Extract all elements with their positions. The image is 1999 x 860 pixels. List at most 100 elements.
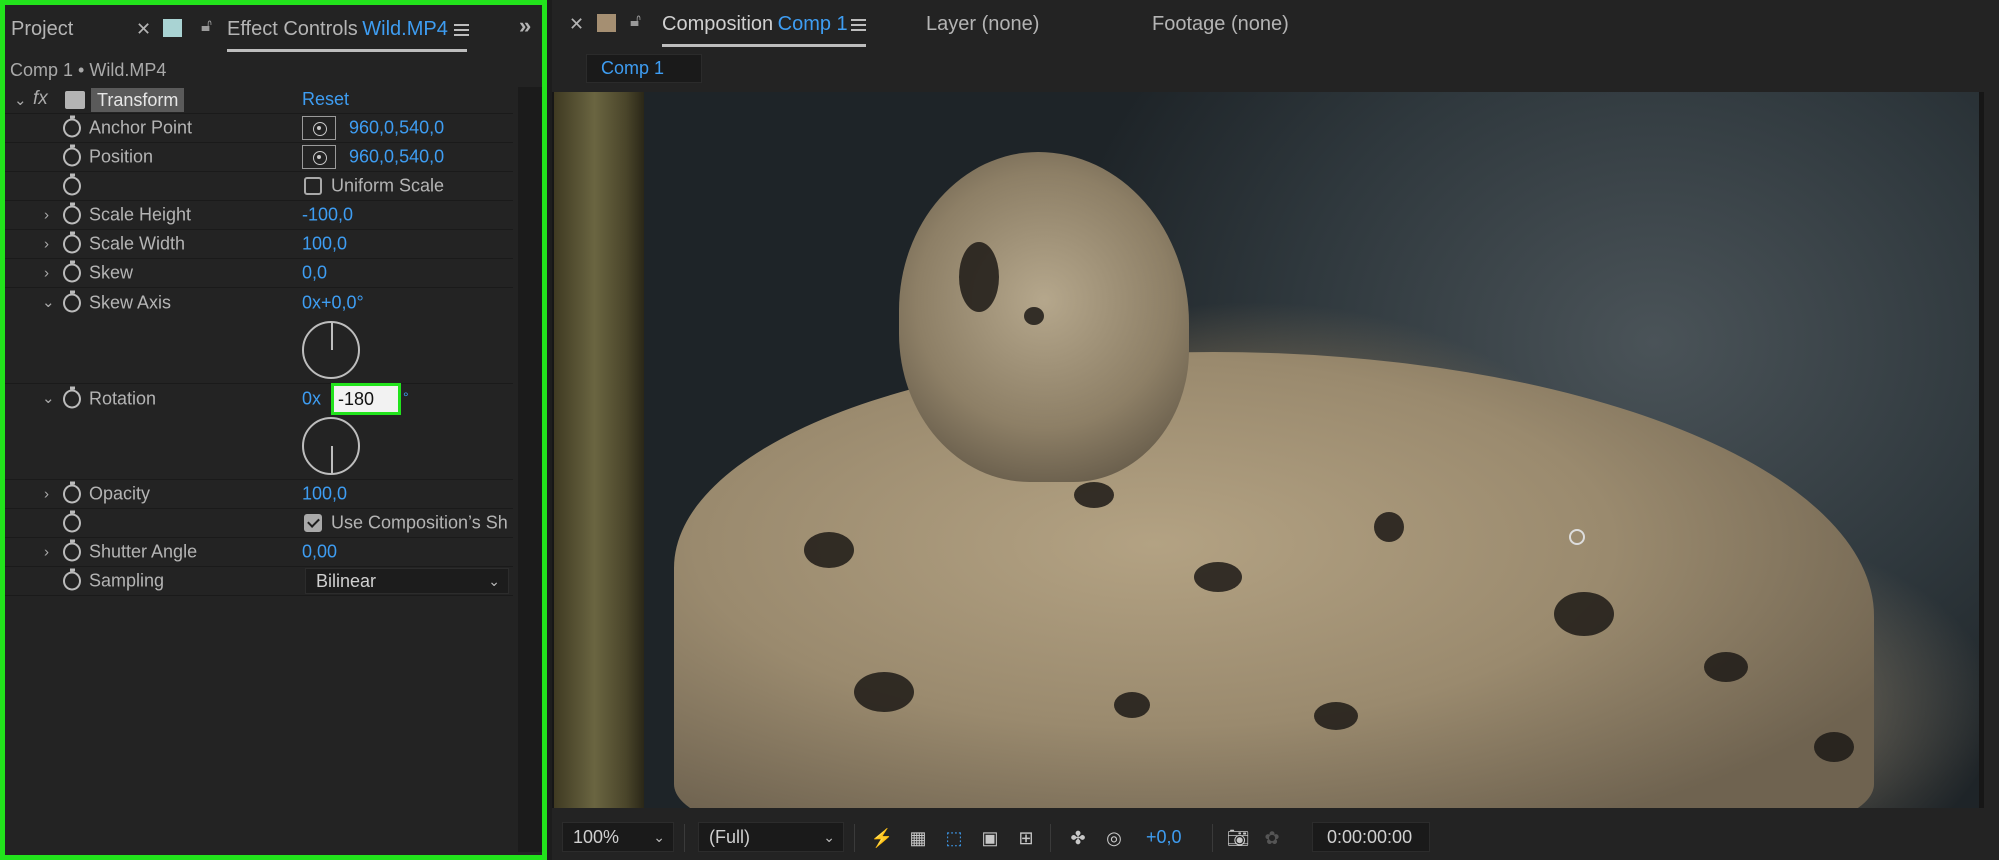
chevron-right-icon[interactable]: › — [44, 265, 49, 282]
chevron-right-icon[interactable]: › — [44, 544, 49, 561]
leopard-spot — [1024, 307, 1044, 325]
leopard-spot — [1114, 692, 1150, 718]
tab-footage[interactable]: Footage (none) — [1152, 13, 1289, 36]
composition-panel: ✕ 🔓︎ Composition Comp 1 Layer (none) Foo… — [552, 0, 1999, 860]
toolbar-divider — [854, 824, 855, 852]
active-tab-indicator — [662, 44, 866, 47]
crosshair-target-icon[interactable] — [302, 116, 336, 140]
property-row-skew: › Skew 0,0 — [5, 259, 513, 288]
fx-toggle[interactable]: fx — [33, 88, 48, 110]
crosshair-target-icon[interactable] — [302, 145, 336, 169]
rotation-dial[interactable] — [302, 417, 360, 475]
anchor-x[interactable]: 960,0 — [349, 118, 394, 138]
tab-effect-controls[interactable]: Effect Controls Wild.MP4 — [227, 18, 448, 41]
stopwatch-icon[interactable] — [63, 260, 81, 283]
panel-menu-icon[interactable] — [454, 24, 469, 36]
lock-icon[interactable]: 🔓︎ — [201, 16, 212, 36]
uniform-scale-label: Uniform Scale — [331, 175, 445, 196]
property-label: Position — [89, 146, 154, 167]
camera-snapshot-icon[interactable]: 📷︎ — [1226, 826, 1250, 850]
fast-previews-icon[interactable]: ⚡ — [870, 826, 894, 850]
grid-guides-icon[interactable]: ⊞ — [1014, 826, 1038, 850]
property-row-uniform-scale: Uniform Scale — [5, 172, 513, 201]
property-label: Scale Width — [89, 233, 186, 254]
sampling-selected: Bilinear — [316, 571, 377, 591]
stopwatch-icon[interactable] — [63, 481, 81, 504]
active-tab-indicator — [227, 49, 467, 52]
stopwatch-icon[interactable] — [63, 290, 81, 313]
degree-symbol: ° — [403, 389, 409, 405]
skew-axis-dial[interactable] — [302, 321, 360, 379]
stopwatch-icon[interactable] — [63, 231, 81, 254]
chevron-down-icon: ⌄ — [823, 829, 835, 845]
resolution-value: (Full) — [709, 827, 750, 847]
reset-exposure-icon[interactable]: ◎ — [1102, 826, 1126, 850]
scale-height-value[interactable]: -100,0 — [302, 205, 353, 226]
double-chevron-right-icon[interactable]: » — [519, 13, 531, 39]
scale-width-value[interactable]: 100,0 — [302, 234, 347, 255]
effect-name[interactable]: Transform — [91, 88, 185, 112]
skew-axis-value[interactable]: 0x+0,0° — [302, 293, 364, 314]
tab-project[interactable]: Project — [11, 18, 73, 41]
property-row-scale-width: › Scale Width 100,0 — [5, 230, 513, 259]
transparency-grid-icon[interactable]: ▦ — [906, 826, 930, 850]
use-comp-shutter-checkbox[interactable] — [304, 514, 322, 532]
comp-navigator-tab[interactable]: Comp 1 — [586, 54, 702, 83]
leopard-spot — [854, 672, 914, 712]
anchor-point-value: 960,0,540,0 — [349, 118, 444, 139]
tab-composition[interactable]: Composition Comp 1 — [662, 13, 848, 36]
property-row-sampling: Sampling Bilinear ⌄ — [5, 567, 513, 596]
lock-icon[interactable]: 🔓︎ — [630, 11, 641, 31]
stopwatch-icon[interactable] — [63, 173, 81, 196]
uniform-scale-checkbox[interactable] — [304, 177, 322, 195]
mask-path-visibility-icon[interactable]: ⬚ — [942, 826, 966, 850]
dial-needle — [331, 446, 333, 473]
composition-viewer[interactable] — [552, 92, 1984, 808]
skew-value[interactable]: 0,0 — [302, 263, 327, 284]
stopwatch-icon[interactable] — [63, 202, 81, 225]
effect-controls-panel: Project ✕ 🔓︎ Effect Controls Wild.MP4 » … — [0, 0, 547, 860]
leopard-spot — [1704, 652, 1748, 682]
effect-properties: ⌄ fx Transform Reset Anchor Point 960,0,… — [5, 87, 513, 852]
tab-composition-label: Composition — [662, 12, 774, 35]
scrollbar[interactable] — [518, 87, 542, 852]
stopwatch-icon[interactable] — [63, 386, 81, 409]
chevron-down-icon[interactable]: ⌄ — [14, 91, 27, 109]
use-comp-shutter-label: Use Composition’s Sh — [331, 512, 508, 533]
chevron-right-icon[interactable]: › — [44, 207, 49, 224]
rotation-revolutions[interactable]: 0x — [302, 389, 321, 410]
chevron-right-icon[interactable]: › — [44, 486, 49, 503]
position-y[interactable]: 540,0 — [399, 147, 444, 167]
dial-needle — [331, 323, 333, 350]
reset-button[interactable]: Reset — [302, 89, 349, 110]
stopwatch-icon[interactable] — [63, 568, 81, 591]
anchor-y[interactable]: 540,0 — [399, 118, 444, 138]
chevron-down-icon[interactable]: ⌄ — [42, 293, 55, 311]
color-channels-icon[interactable]: ✤ — [1066, 826, 1090, 850]
opacity-value[interactable]: 100,0 — [302, 484, 347, 505]
property-label: Scale Height — [89, 204, 192, 225]
resolution-dropdown[interactable]: (Full) ⌄ — [698, 822, 844, 852]
sampling-dropdown[interactable]: Bilinear ⌄ — [305, 568, 509, 594]
region-of-interest-icon[interactable]: ▣ — [978, 826, 1002, 850]
rotation-degrees-input[interactable] — [331, 383, 401, 415]
chevron-down-icon[interactable]: ⌄ — [42, 389, 55, 407]
stopwatch-icon[interactable] — [63, 115, 81, 138]
rotation-input-field[interactable] — [334, 386, 398, 412]
chevron-right-icon[interactable]: › — [44, 236, 49, 253]
current-time-display[interactable]: 0:00:00:00 — [1312, 822, 1430, 852]
stopwatch-icon[interactable] — [63, 144, 81, 167]
exposure-value[interactable]: +0,0 — [1146, 827, 1182, 848]
close-icon[interactable]: ✕ — [136, 19, 151, 40]
stopwatch-icon[interactable] — [63, 510, 81, 533]
anchor-point-crosshair-icon[interactable] — [1569, 529, 1585, 545]
property-row-skew-axis: ⌄ Skew Axis 0x+0,0° — [5, 288, 513, 384]
position-x[interactable]: 960,0 — [349, 147, 394, 167]
close-icon[interactable]: ✕ — [569, 14, 584, 35]
shutter-angle-value[interactable]: 0,00 — [302, 542, 337, 563]
magnification-dropdown[interactable]: 100% ⌄ — [562, 822, 674, 852]
panel-menu-icon[interactable] — [851, 19, 866, 31]
leopard-spot — [1314, 702, 1358, 730]
tab-layer[interactable]: Layer (none) — [926, 13, 1039, 36]
stopwatch-icon[interactable] — [63, 539, 81, 562]
